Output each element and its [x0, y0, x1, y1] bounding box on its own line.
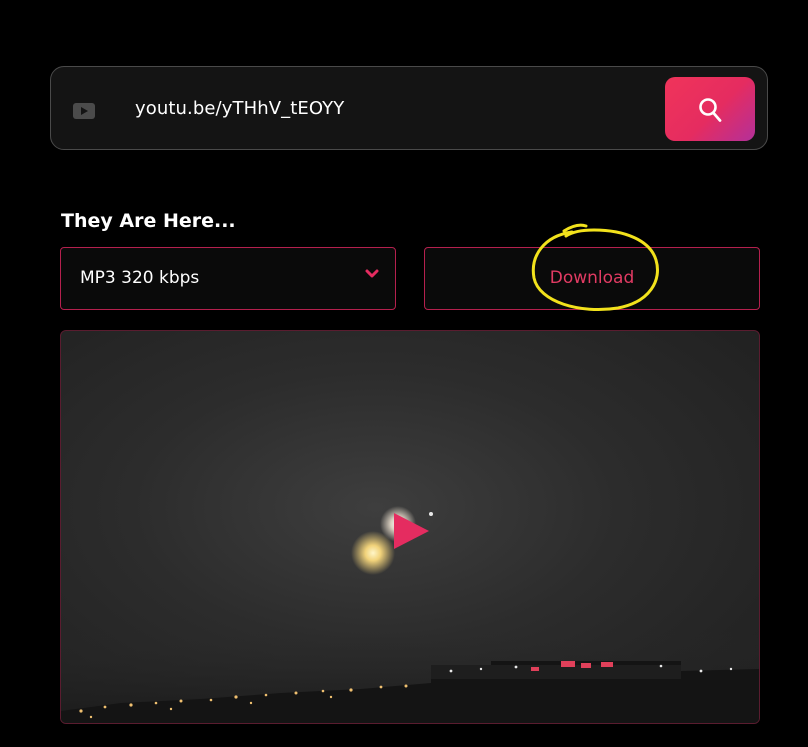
page: youtu.be/yTHhV_tEOYY They Are Here... MP…: [0, 0, 808, 747]
download-label: Download: [549, 268, 635, 288]
video-title: They Are Here...: [61, 210, 236, 232]
chevron-down-icon: [365, 269, 379, 278]
youtube-icon: [73, 103, 95, 119]
video-preview[interactable]: [60, 330, 760, 724]
format-select[interactable]: MP3 320 kbps: [60, 247, 396, 310]
url-search-bar: youtu.be/yTHhV_tEOYY: [50, 66, 768, 150]
search-icon: [699, 98, 722, 122]
download-button[interactable]: Download: [424, 247, 760, 310]
url-input[interactable]: youtu.be/yTHhV_tEOYY: [135, 98, 344, 119]
play-icon[interactable]: [391, 511, 431, 551]
format-selected-value: MP3 320 kbps: [80, 268, 200, 288]
search-button[interactable]: [665, 77, 755, 141]
